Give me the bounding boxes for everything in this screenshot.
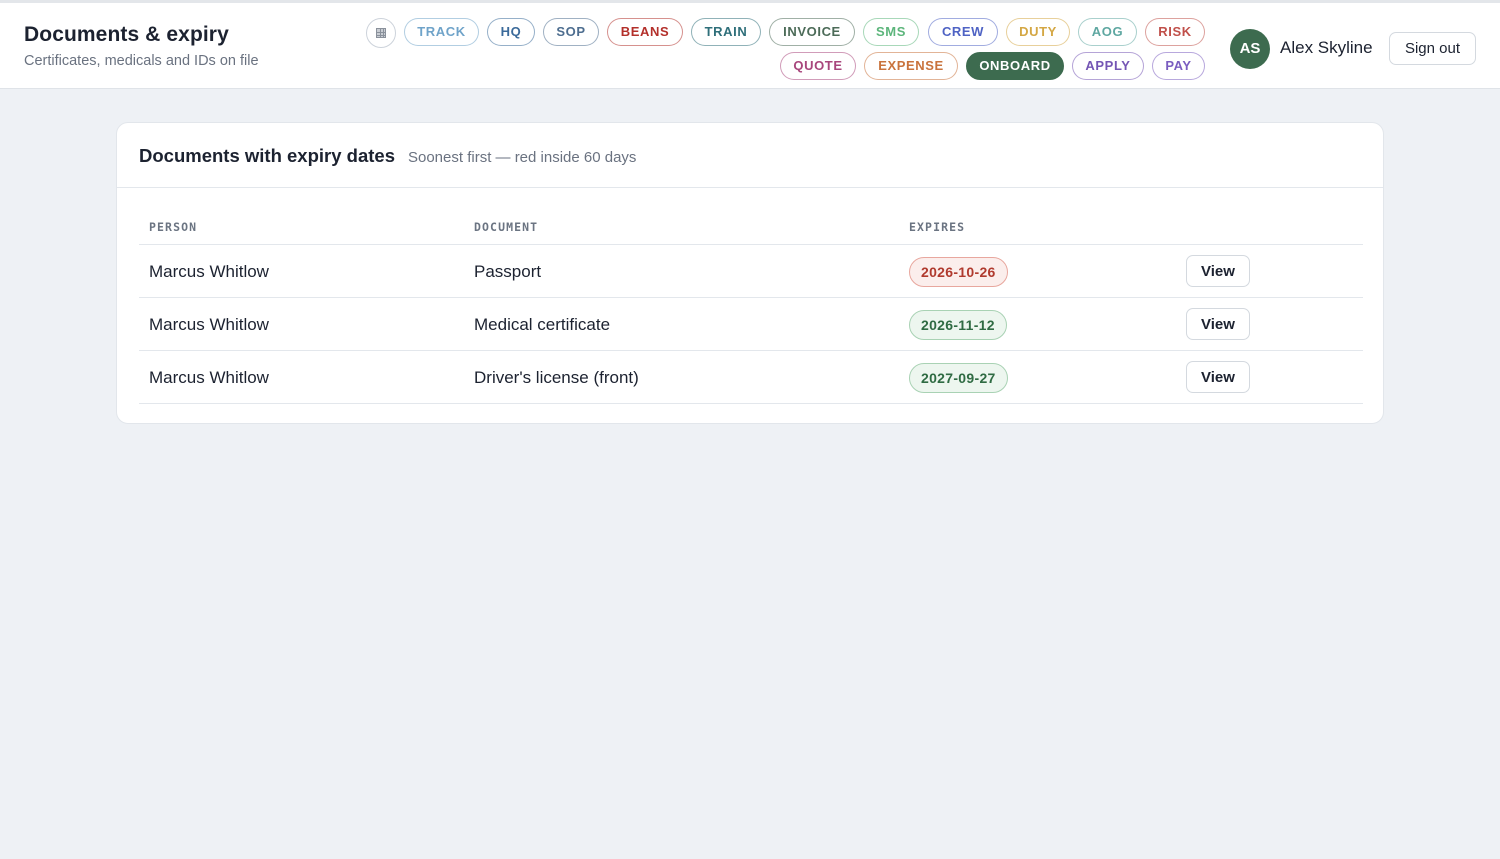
nav-chip-expense[interactable]: EXPENSE	[864, 52, 958, 80]
expiry-badge: 2026-10-26	[909, 257, 1008, 287]
nav-chip-invoice[interactable]: INVOICE	[769, 18, 855, 46]
title-block: Documents & expiry Certificates, medical…	[24, 23, 259, 69]
expiry-badge: 2027-09-27	[909, 363, 1008, 393]
document-cell: Passport	[474, 262, 542, 281]
person-cell: Marcus Whitlow	[149, 368, 269, 387]
page-title: Documents & expiry	[24, 23, 229, 46]
document-cell: Medical certificate	[474, 315, 611, 334]
user-name: Alex Skyline	[1280, 38, 1373, 57]
nav-chip-beans[interactable]: BEANS	[607, 18, 683, 46]
column-header-expires: EXPIRES	[909, 220, 966, 234]
nav-chip-track[interactable]: TRACK	[404, 18, 479, 46]
table-row: Marcus Whitlow Medical certificate 2026-…	[139, 298, 1363, 351]
nav-chip-quote[interactable]: QUOTE	[780, 52, 856, 80]
card-subtitle: Soonest first — red inside 60 days	[407, 149, 637, 166]
column-header-document: DOCUMENT	[474, 220, 539, 234]
nav-chip-hq[interactable]: HQ	[487, 18, 535, 46]
documents-card: Documents with expiry dates Soonest firs…	[116, 122, 1384, 424]
nav-chip-duty[interactable]: DUTY	[1006, 18, 1070, 46]
nav-chip-apply[interactable]: APPLY	[1072, 52, 1144, 80]
nav-chip-sms[interactable]: SMS	[863, 18, 919, 46]
expiry-badge: 2026-11-12	[909, 310, 1007, 340]
card-title: Documents with expiry dates	[139, 145, 395, 166]
page-subtitle: Certificates, medicals and IDs on file	[24, 53, 259, 69]
view-button[interactable]: View	[1186, 255, 1250, 287]
nav-chip-aog[interactable]: AOG	[1078, 18, 1137, 46]
nav-chip-sop[interactable]: SOP	[543, 18, 599, 46]
sign-out-button[interactable]: Sign out	[1389, 32, 1476, 65]
nav-chip-pay[interactable]: PAY	[1152, 52, 1205, 80]
column-header-person: PERSON	[149, 220, 198, 234]
grid-icon	[376, 28, 386, 38]
nav-chip-onboard[interactable]: ONBOARD	[966, 52, 1064, 80]
document-cell: Driver's license (front)	[474, 368, 639, 387]
person-cell: Marcus Whitlow	[149, 315, 269, 334]
table-row: Marcus Whitlow Passport 2026-10-26 View	[139, 245, 1363, 298]
nav-chip-risk[interactable]: RISK	[1145, 18, 1205, 46]
documents-table: PERSON DOCUMENT EXPIRES Marcus Whitlow P…	[139, 210, 1363, 404]
view-button[interactable]: View	[1186, 308, 1250, 340]
nav-chip-train[interactable]: TRAIN	[691, 18, 761, 46]
table-row: Marcus Whitlow Driver's license (front) …	[139, 351, 1363, 404]
avatar: AS	[1230, 29, 1270, 69]
card-header: Documents with expiry dates Soonest firs…	[117, 123, 1383, 188]
view-button[interactable]: View	[1186, 361, 1250, 393]
apps-grid-button[interactable]	[366, 18, 396, 48]
nav-chip-crew[interactable]: CREW	[928, 18, 998, 46]
person-cell: Marcus Whitlow	[149, 262, 269, 281]
top-bar: Documents & expiry Certificates, medical…	[0, 0, 1500, 89]
table-header: PERSON DOCUMENT EXPIRES	[139, 210, 1363, 245]
